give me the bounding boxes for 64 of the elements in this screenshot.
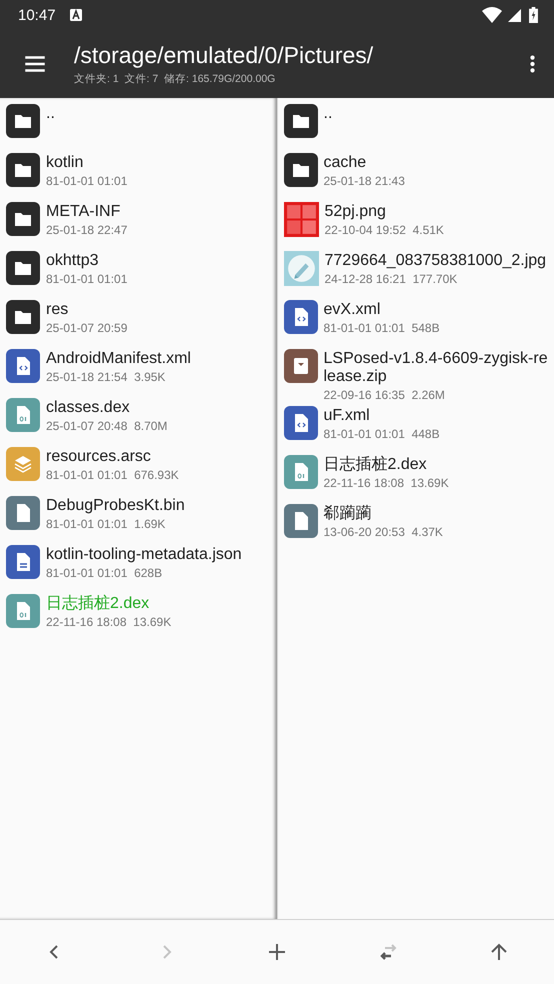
file-details: 24-12-28 16:21 177.70K [324, 272, 458, 286]
file-details: 22-10-04 19:52 4.51K [324, 223, 445, 237]
file-name[interactable]: cache [324, 154, 548, 172]
file-name[interactable]: resources.arsc [46, 448, 270, 466]
battery-icon [529, 7, 538, 23]
file-details: 81-01-01 01:01 [46, 174, 128, 188]
more-options-icon[interactable] [529, 53, 536, 75]
folder-icon [6, 300, 40, 334]
file-details: 25-01-18 21:43 [324, 174, 406, 188]
file-name[interactable]: kotlin-tooling-metadata.json [46, 546, 270, 564]
file-details: 81-01-01 01:01 628B [46, 566, 164, 580]
file-icon [284, 504, 318, 538]
binary-file-icon [6, 398, 40, 432]
file-details: 22-11-16 18:08 13.69K [46, 615, 172, 629]
archive-icon [284, 349, 318, 383]
code-file-icon [284, 300, 318, 334]
file-name[interactable]: okhttp3 [46, 252, 270, 270]
folder-icon [6, 104, 40, 138]
wifi-icon [482, 7, 502, 23]
file-name[interactable]: uF.xml [324, 407, 548, 425]
file-details: 25-01-18 22:47 [46, 223, 128, 237]
file-details: 25-01-07 20:59 [46, 321, 128, 335]
file-details: 13-06-20 20:53 4.37K [324, 525, 444, 539]
file-name[interactable]: AndroidManifest.xml [46, 350, 270, 368]
binary-file-icon [6, 594, 40, 628]
file-details: 25-01-07 20:48 8.70M [46, 419, 168, 433]
folder-icon [6, 251, 40, 285]
file-name[interactable]: classes.dex [46, 399, 270, 417]
file-details: 81-01-01 01:01 676.93K [46, 468, 180, 482]
file-details: 25-01-18 21:54 3.95K [46, 370, 166, 384]
file-name[interactable]: .. [324, 105, 548, 123]
file-details: 81-01-01 01:01 [46, 272, 128, 286]
signal-icon [508, 8, 521, 22]
file-details: 81-01-01 01:01 448B [324, 427, 441, 441]
storage-summary: 文件夹: 1 文件: 7 储存: 165.79G/200.00G [74, 72, 276, 86]
binary-file-icon [284, 455, 318, 489]
file-name[interactable]: DebugProbesKt.bin [46, 497, 270, 515]
file-details: 22-11-16 18:08 13.69K [324, 476, 450, 490]
file-pane[interactable] [0, 98, 276, 919]
notification-icon [70, 9, 82, 21]
folder-icon [6, 153, 40, 187]
file-name[interactable]: evX.xml [324, 301, 548, 319]
path-title: /storage/emulated/0/Pictures/ [74, 42, 374, 69]
file-icon [6, 496, 40, 530]
file-name[interactable]: 52pj.png [324, 203, 548, 221]
file-details: 81-01-01 01:01 1.69K [46, 517, 166, 531]
file-name[interactable]: kotlin [46, 154, 270, 172]
file-name[interactable]: LSPosed-v1.8.4-6609-zygisk-release.zip [324, 350, 548, 386]
file-details: 22-09-16 16:35 2.26M [324, 388, 446, 402]
code-file-icon [6, 349, 40, 383]
file-name[interactable]: META-INF [46, 203, 270, 221]
file-name[interactable]: 7729664_083758381000_2.jpg [324, 252, 548, 270]
layers-icon [6, 447, 40, 481]
text-file-icon [6, 545, 40, 579]
folder-icon [6, 202, 40, 236]
file-name[interactable]: 郗躏躏 [324, 505, 548, 523]
file-details: 81-01-01 01:01 548B [324, 321, 441, 335]
status-time: 10:47 [18, 6, 56, 24]
folder-icon [284, 153, 318, 187]
folder-icon [284, 104, 318, 138]
file-name[interactable]: res [46, 301, 270, 319]
file-name[interactable]: .. [46, 105, 270, 123]
file-name[interactable]: 日志插桩2.dex [324, 456, 548, 474]
code-file-icon [284, 406, 318, 440]
